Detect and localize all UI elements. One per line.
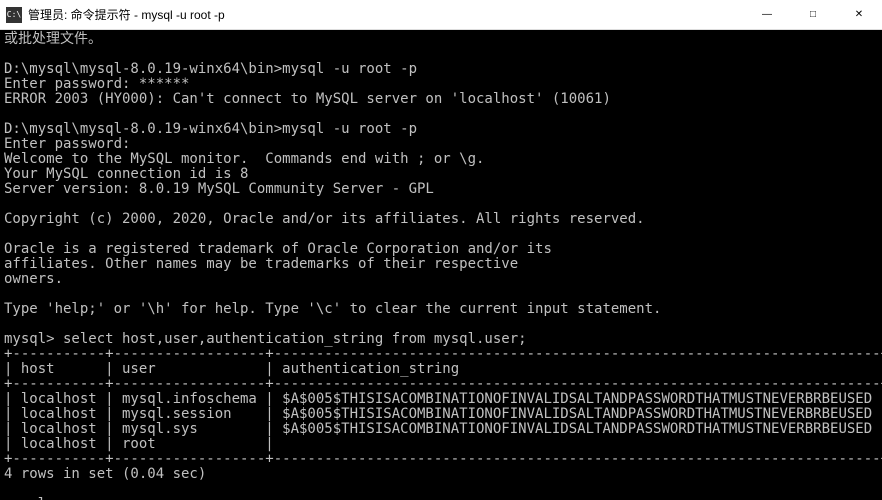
table-border: +-----------+------------------+--------… [4, 346, 882, 362]
text-line: Server version: 8.0.19 MySQL Community S… [4, 181, 434, 197]
text-line: affiliates. Other names may be trademark… [4, 256, 518, 272]
query-line: mysql> select host,user,authentication_s… [4, 331, 527, 347]
text-line: Your MySQL connection id is 8 [4, 166, 248, 182]
maximize-button[interactable]: □ [790, 0, 836, 30]
text-line: Welcome to the MySQL monitor. Commands e… [4, 151, 484, 167]
result-line: 4 rows in set (0.04 sec) [4, 466, 206, 482]
window-titlebar: C:\ 管理员: 命令提示符 - mysql -u root -p — □ ✕ [0, 0, 882, 30]
error-line: ERROR 2003 (HY000): Can't connect to MyS… [4, 91, 611, 107]
minimize-button[interactable]: — [744, 0, 790, 30]
terminal-output[interactable]: 或批处理文件。 D:\mysql\mysql-8.0.19-winx64\bin… [0, 30, 882, 500]
prompt-line: D:\mysql\mysql-8.0.19-winx64\bin>mysql -… [4, 61, 417, 77]
cmd-icon: C:\ [6, 7, 22, 23]
table-row: | localhost | mysql.infoschema | $A$005$… [4, 391, 882, 407]
text-line: Enter password: ****** [4, 76, 189, 92]
text-line: Type 'help;' or '\h' for help. Type '\c'… [4, 301, 661, 317]
table-border: +-----------+------------------+--------… [4, 376, 882, 392]
table-header: | host | user | authentication_string | [4, 361, 882, 377]
window-title: 管理员: 命令提示符 - mysql -u root -p [28, 6, 225, 23]
table-row: | localhost | mysql.session | $A$005$THI… [4, 406, 882, 422]
table-border: +-----------+------------------+--------… [4, 451, 882, 467]
text-line: Copyright (c) 2000, 2020, Oracle and/or … [4, 211, 645, 227]
table-row: | localhost | root | | [4, 436, 882, 452]
close-button[interactable]: ✕ [836, 0, 882, 30]
text-line: 或批处理文件。 [4, 31, 102, 47]
prompt-line: D:\mysql\mysql-8.0.19-winx64\bin>mysql -… [4, 121, 417, 137]
mysql-prompt: mysql> [4, 496, 63, 500]
text-line: Enter password: [4, 136, 130, 152]
table-row: | localhost | mysql.sys | $A$005$THISISA… [4, 421, 882, 437]
text-line: Oracle is a registered trademark of Orac… [4, 241, 552, 257]
text-line: owners. [4, 271, 63, 287]
